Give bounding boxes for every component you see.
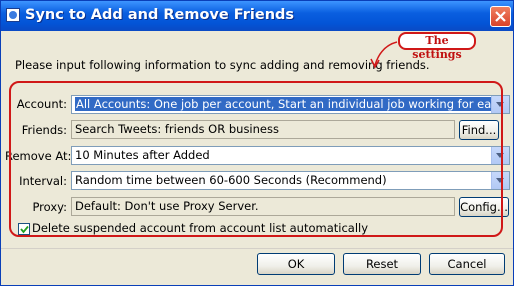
intro-text: Please input following information to sy… (15, 58, 430, 72)
close-icon (495, 11, 506, 22)
settings-highlight (9, 81, 503, 237)
app-icon (6, 8, 20, 22)
reset-button[interactable]: Reset (343, 253, 421, 275)
divider (1, 248, 513, 249)
title-bar[interactable]: Sync to Add and Remove Friends (1, 1, 513, 31)
close-button[interactable] (490, 6, 511, 27)
window-title: Sync to Add and Remove Friends (25, 7, 295, 23)
sync-dialog: Sync to Add and Remove Friends Please in… (0, 0, 514, 286)
cancel-button[interactable]: Cancel (429, 253, 505, 275)
ok-button[interactable]: OK (257, 253, 335, 275)
annotation-label: The settings (398, 32, 476, 61)
